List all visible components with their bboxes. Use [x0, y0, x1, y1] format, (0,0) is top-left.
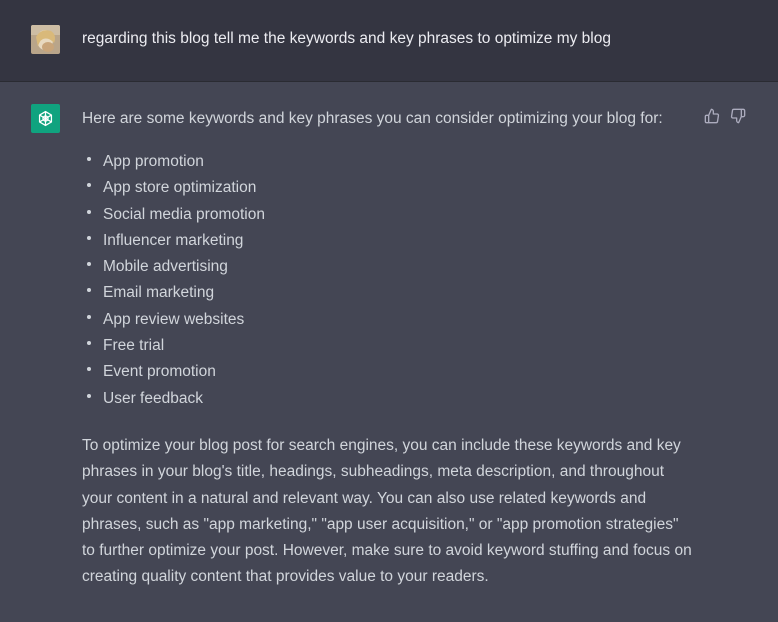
bullet-icon	[87, 235, 91, 240]
feedback-buttons	[704, 108, 746, 124]
list-item: Email marketing	[82, 283, 265, 309]
list-item: App review websites	[82, 310, 265, 336]
list-item: Social media promotion	[82, 205, 265, 231]
list-item: Mobile advertising	[82, 257, 265, 283]
keyword-text: Email marketing	[103, 284, 215, 302]
thumbs-up-icon[interactable]	[704, 108, 720, 124]
bullet-icon	[87, 157, 91, 161]
assistant-intro-text: Here are some keywords and key phrases y…	[82, 110, 663, 127]
list-item: App promotion	[82, 152, 265, 178]
keyword-text: App review websites	[103, 310, 245, 328]
list-item: Influencer marketing	[82, 231, 265, 257]
bullet-icon	[87, 183, 91, 188]
list-item: App store optimization	[82, 178, 265, 204]
bullet-icon	[87, 209, 91, 214]
keyword-text: Free trial	[103, 337, 165, 355]
bullet-icon	[87, 262, 91, 267]
openai-logo-icon	[31, 104, 60, 133]
keyword-text: Event promotion	[103, 363, 216, 381]
list-item: Event promotion	[82, 362, 265, 388]
keyword-text: Social media promotion	[103, 205, 265, 223]
user-message-text: regarding this blog tell me the keywords…	[82, 30, 611, 47]
keyword-text: App store optimization	[103, 179, 257, 197]
bullet-icon	[87, 288, 91, 293]
keyword-text: User feedback	[103, 389, 203, 407]
bullet-icon	[87, 367, 91, 372]
assistant-summary-paragraph: To optimize your blog post for search en…	[82, 437, 692, 586]
thumbs-down-icon[interactable]	[730, 108, 746, 124]
bullet-icon	[87, 341, 91, 346]
keyword-list: App promotion App store optimization Soc…	[82, 152, 265, 415]
assistant-message-row: Here are some keywords and key phrases y…	[0, 82, 778, 622]
keyword-text: App promotion	[103, 153, 204, 170]
keyword-text: Mobile advertising	[103, 258, 228, 276]
user-message-row: regarding this blog tell me the keywords…	[0, 0, 778, 82]
bullet-icon	[87, 314, 91, 319]
list-item: Free trial	[82, 336, 265, 362]
list-item: User feedback	[82, 389, 265, 415]
user-avatar	[31, 25, 60, 54]
keyword-text: Influencer marketing	[103, 231, 244, 249]
bullet-icon	[87, 393, 91, 398]
